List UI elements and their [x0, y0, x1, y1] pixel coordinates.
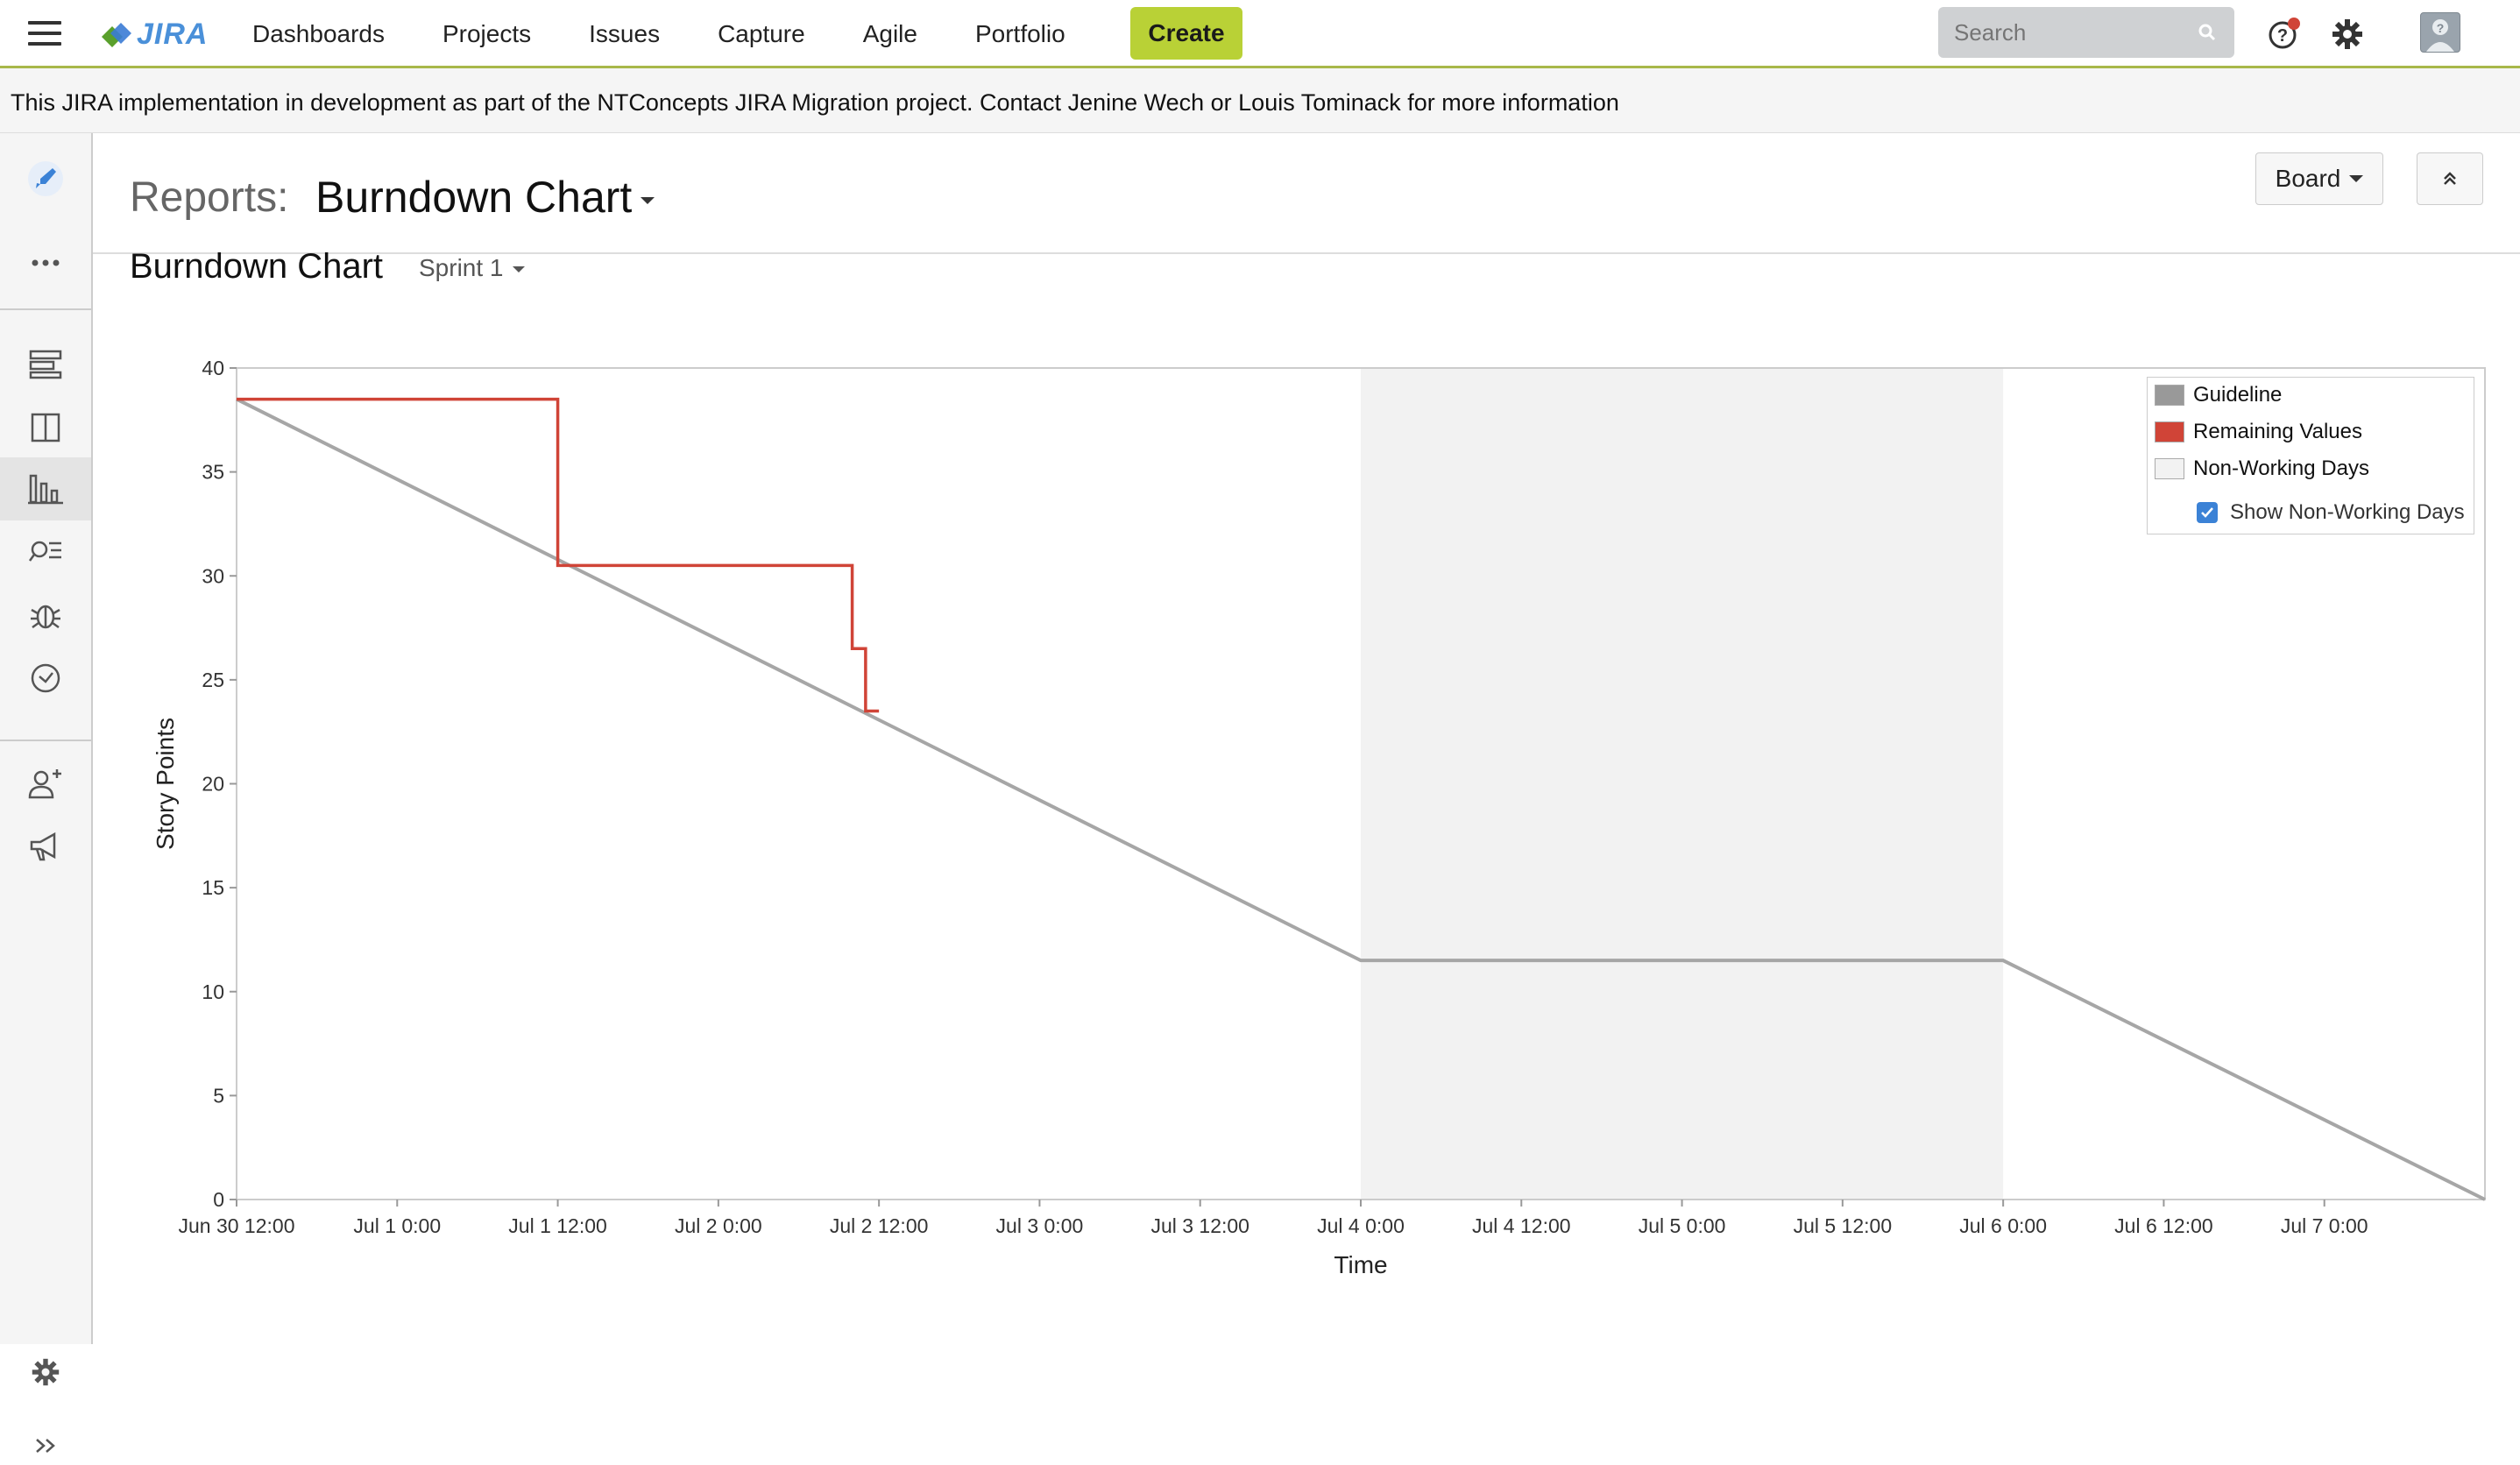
backlog-icon[interactable]: [26, 345, 65, 384]
default-avatar-icon: ?: [2426, 19, 2454, 52]
y-axis-label: Story Points: [152, 718, 179, 850]
expand-icon[interactable]: [26, 1426, 65, 1465]
legend-label: Remaining Values: [2193, 420, 2362, 443]
y-tick-label: 15: [202, 876, 224, 899]
legend-item-remaining: Remaining Values: [2155, 420, 2362, 444]
report-title: Burndown Chart: [315, 173, 633, 222]
report-selector[interactable]: Burndown Chart: [315, 172, 655, 223]
x-tick-label: Jul 1 0:00: [353, 1214, 441, 1237]
main-nav: Dashboards Projects Issues Capture Agile…: [252, 0, 1123, 68]
megaphone-icon[interactable]: [26, 827, 65, 866]
y-tick-label: 5: [213, 1084, 224, 1107]
top-navigation: JIRA Dashboards Projects Issues Capture …: [0, 0, 2520, 68]
y-tick-label: 40: [202, 357, 224, 379]
svg-text:?: ?: [2277, 26, 2288, 46]
settings-gear-icon[interactable]: [2331, 18, 2364, 51]
create-button[interactable]: Create: [1130, 7, 1242, 60]
user-avatar[interactable]: ?: [2420, 12, 2460, 53]
settings-icon[interactable]: [26, 1353, 65, 1391]
x-tick-label: Jul 2 12:00: [830, 1214, 929, 1237]
legend-item-guideline: Guideline: [2155, 383, 2282, 407]
chevron-down-icon: [2349, 175, 2364, 182]
nav-issues[interactable]: Issues: [589, 20, 660, 48]
non-working-days-band: [1361, 368, 2004, 1200]
legend-swatch: [2155, 385, 2184, 406]
y-tick-label: 0: [213, 1188, 224, 1211]
x-tick-label: Jul 4 12:00: [1472, 1214, 1571, 1237]
search-input[interactable]: [1954, 18, 2182, 46]
chart-plot: 0 5 10 15 20 25 30 35 40 Jun 30 12:00 Jul 1 0:00 Ju…: [152, 357, 2486, 1278]
board-icon[interactable]: [26, 408, 65, 447]
announcement-banner: This JIRA implementation in development …: [0, 68, 2520, 133]
nav-capture[interactable]: Capture: [718, 20, 805, 48]
svg-text:?: ?: [2437, 21, 2445, 35]
clock-icon[interactable]: [26, 659, 65, 697]
legend-label: Non-Working Days: [2193, 456, 2369, 480]
jira-logo-icon: [102, 23, 131, 47]
sprint-selector[interactable]: Sprint 1: [419, 254, 525, 282]
show-non-working-days-toggle[interactable]: Show Non-Working Days: [2197, 500, 2465, 525]
nav-dashboards[interactable]: Dashboards: [252, 20, 385, 48]
x-tick-label: Jul 7 0:00: [2281, 1214, 2368, 1237]
x-axis-label: Time: [1334, 1251, 1387, 1278]
chart-legend: Guideline Remaining Values Non-Working D…: [2147, 377, 2474, 534]
bug-icon[interactable]: [26, 596, 65, 634]
nav-agile[interactable]: Agile: [863, 20, 917, 48]
nav-projects[interactable]: Projects: [442, 20, 531, 48]
board-button[interactable]: Board: [2255, 152, 2383, 205]
x-tick-label: Jun 30 12:00: [178, 1214, 294, 1237]
x-tick-label: Jul 5 12:00: [1794, 1214, 1893, 1237]
chart-subtitle: Burndown Chart: [130, 247, 384, 286]
issues-search-icon[interactable]: [26, 533, 65, 571]
logo-text: JIRA: [137, 17, 209, 51]
legend-swatch: [2155, 421, 2184, 442]
search-box[interactable]: [1938, 7, 2234, 58]
legend-item-nonworking: Non-Working Days: [2155, 456, 2369, 481]
chevron-double-up-icon: [2444, 172, 2456, 185]
x-tick-label: Jul 5 0:00: [1639, 1214, 1726, 1237]
y-tick-label: 25: [202, 669, 224, 691]
legend-label: Guideline: [2193, 383, 2283, 407]
y-tick-label: 35: [202, 461, 224, 484]
legend-swatch: [2155, 458, 2184, 479]
x-tick-label: Jul 2 0:00: [675, 1214, 762, 1237]
sprint-label: Sprint 1: [419, 254, 504, 281]
jira-logo[interactable]: JIRA: [98, 14, 208, 54]
x-tick-label: Jul 1 12:00: [508, 1214, 607, 1237]
help-icon[interactable]: ?: [2268, 18, 2301, 51]
x-tick-label: Jul 3 0:00: [996, 1214, 1084, 1237]
sidebar-divider: [0, 740, 91, 741]
page-header: Reports: Burndown Chart Board: [93, 133, 2520, 254]
checkbox[interactable]: [2197, 502, 2218, 523]
add-person-icon[interactable]: [26, 764, 65, 803]
board-label: Board: [2275, 165, 2341, 192]
reports-icon[interactable]: [26, 470, 65, 508]
menu-icon[interactable]: [28, 21, 61, 46]
y-tick-label: 10: [202, 980, 224, 1003]
chevron-down-icon: [512, 266, 525, 273]
chevron-down-icon: [641, 196, 655, 204]
x-tick-label: Jul 6 12:00: [2114, 1214, 2213, 1237]
rocket-icon[interactable]: [26, 159, 65, 198]
x-tick-label: Jul 4 0:00: [1317, 1214, 1405, 1237]
x-tick-label: Jul 6 0:00: [1959, 1214, 2047, 1237]
reports-label: Reports:: [130, 174, 289, 221]
collapse-button[interactable]: [2417, 152, 2483, 205]
show-non-working-days-label: Show Non-Working Days: [2230, 500, 2465, 524]
x-tick-label: Jul 3 12:00: [1150, 1214, 1249, 1237]
y-tick-label: 20: [202, 773, 224, 796]
search-icon: [2198, 24, 2216, 41]
more-icon[interactable]: [26, 244, 65, 282]
sidebar-divider: [0, 308, 91, 310]
nav-portfolio[interactable]: Portfolio: [975, 20, 1065, 48]
y-tick-label: 30: [202, 564, 224, 587]
checkmark-icon: [2201, 507, 2213, 518]
project-sidebar: [0, 133, 93, 1453]
